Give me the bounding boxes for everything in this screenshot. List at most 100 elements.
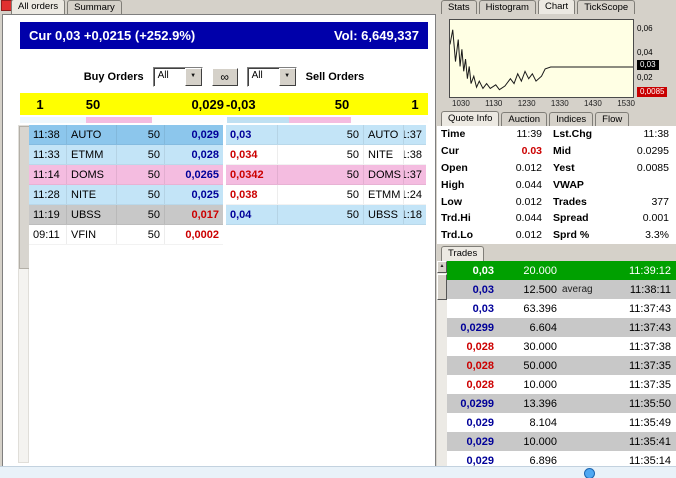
quote-row: High 0.044 VWAP xyxy=(437,176,676,193)
buy-orders-label: Buy Orders xyxy=(83,71,144,83)
sell-order-row[interactable]: 0,03450NITE11:38 xyxy=(226,145,426,165)
tab-histogram[interactable]: Histogram xyxy=(478,0,536,14)
status-dot-icon[interactable] xyxy=(584,468,595,478)
trade-time: 11:35:14 xyxy=(628,454,671,467)
trade-qty: 63.396 xyxy=(523,302,557,315)
trade-price: 0,029 xyxy=(466,416,494,429)
order-qty: 50 xyxy=(117,205,165,224)
tab-trades[interactable]: Trades xyxy=(441,246,485,261)
trade-row[interactable]: 0,03 63.396 11:37:43 xyxy=(447,299,676,318)
chart-x-label: 1030 xyxy=(452,99,470,108)
sell-order-row[interactable]: 0,03850ETMM11:24 xyxy=(226,185,426,205)
quote-row: Time 11:39 Lst.Chg 11:38 xyxy=(437,126,676,143)
trade-qty: 6.896 xyxy=(529,454,557,467)
tab-tickscope[interactable]: TickScope xyxy=(577,0,636,14)
trade-price: 0,03 xyxy=(472,302,494,315)
order-time: 11:18 xyxy=(404,208,422,221)
buy-order-row[interactable]: 11:38 AUTO 50 0,029 xyxy=(29,125,223,145)
buy-order-row[interactable]: 11:28 NITE 50 0,025 xyxy=(29,185,223,205)
trade-price: 0,028 xyxy=(466,378,494,391)
orderbook-scrollbar[interactable] xyxy=(18,125,30,463)
order-qty: 50 xyxy=(117,225,165,244)
trade-row[interactable]: 0,029 8.104 11:35:49 xyxy=(447,413,676,432)
tab-all-orders[interactable]: All orders xyxy=(11,0,66,14)
chevron-down-icon[interactable]: ▼ xyxy=(184,68,202,86)
best-ask-orders: 1 xyxy=(411,96,419,112)
trade-row[interactable]: 0,029 10.000 11:35:41 xyxy=(447,432,676,451)
trade-row[interactable]: 0,028 50.000 11:37:35 xyxy=(447,356,676,375)
trading-app-window: All orders Summary Cur 0,03 +0,0215 (+252… xyxy=(0,0,676,478)
order-price: 0,028 xyxy=(191,148,219,161)
trade-price: 0,03 xyxy=(472,264,494,277)
buy-order-row[interactable]: 11:33 ETMM 50 0,028 xyxy=(29,145,223,165)
chart-y-label: 0,0085 xyxy=(637,86,668,97)
buy-order-row[interactable]: 11:19 UBSS 50 0,017 xyxy=(29,205,223,225)
quote-value: 0.044 xyxy=(515,178,542,191)
order-member: DOMS xyxy=(364,165,404,184)
trade-row[interactable]: 0,028 10.000 11:37:35 xyxy=(447,375,676,394)
tab-summary[interactable]: Summary xyxy=(67,0,122,14)
order-price: 0,029 xyxy=(191,128,219,141)
quote-value: 0.001 xyxy=(642,212,669,225)
trade-price: 0,028 xyxy=(466,340,494,353)
trade-qty: 10.000 xyxy=(523,435,557,448)
order-price: 0,0342 xyxy=(226,165,278,184)
scroll-up-icon[interactable]: ▲ xyxy=(437,261,447,273)
link-filters-button[interactable]: ∞ xyxy=(211,68,238,86)
chart-x-label: 1530 xyxy=(617,99,635,108)
order-qty: 50 xyxy=(117,145,165,164)
tab-indices[interactable]: Indices xyxy=(549,112,594,126)
trades-tab-bar: Trades xyxy=(441,246,485,261)
sell-order-row[interactable]: 0,034250DOMS11:37 xyxy=(226,165,426,185)
trades-table: 0,03 20.000 11:39:12 0,03 12.500 averag 11:38:… xyxy=(447,261,676,478)
trade-row[interactable]: 0,0299 13.396 11:35:50 xyxy=(447,394,676,413)
sell-filter-select[interactable]: All ▼ xyxy=(246,67,297,87)
quote-row: Open 0.012 Yest 0.0085 xyxy=(437,160,676,177)
bottom-scrollbar[interactable] xyxy=(0,466,676,478)
trade-row[interactable]: 0,03 20.000 11:39:12 xyxy=(447,261,676,280)
chart-panel: 0,06 0,04 0,03 0,02 0,0085 1030 1130 1230 1330 1… xyxy=(439,14,676,111)
quote-header-bar: Cur 0,03 +0,0215 (+252.9%) Vol: 6,649,33… xyxy=(20,22,428,49)
tab-quote-info[interactable]: Quote Info xyxy=(441,111,500,126)
sell-order-row[interactable]: 0,0450UBSS11:18 xyxy=(226,205,426,225)
trade-time: 11:37:35 xyxy=(628,378,671,391)
chevron-down-icon[interactable]: ▼ xyxy=(278,68,296,86)
order-time: 11:14 xyxy=(29,165,67,184)
quote-row: Low 0.012 Trades 377 xyxy=(437,193,676,210)
trade-qty: 10.000 xyxy=(523,378,557,391)
chart-x-label: 1230 xyxy=(517,99,536,108)
quote-info-tabs: Quote Info Auction Indices Flow xyxy=(441,111,630,126)
buy-filter-select[interactable]: All ▼ xyxy=(152,67,203,87)
price-line-chart xyxy=(450,20,633,97)
tab-stats[interactable]: Stats xyxy=(441,0,477,14)
trade-time: 11:37:35 xyxy=(628,359,671,372)
order-member: UBSS xyxy=(67,205,117,224)
quote-row: Trd.Lo 0.012 Sprd % 3.3% xyxy=(437,227,676,244)
trade-note: averag xyxy=(562,284,593,295)
quote-value: 0.03 xyxy=(521,145,542,158)
sell-order-row[interactable]: 0,0350AUTO11:37 xyxy=(226,125,426,145)
trade-row[interactable]: 0,028 30.000 11:37:38 xyxy=(447,337,676,356)
order-time: 11:38 xyxy=(29,125,67,144)
best-bid-ask-row: 1 50 0,029 -0,03 50 1 xyxy=(20,93,428,115)
order-time: 11:37 xyxy=(404,168,422,181)
buy-order-row[interactable]: 09:11 VFIN 50 0,0002 xyxy=(29,225,223,245)
best-ask-price: -0,03 xyxy=(226,96,256,112)
chart-x-label: 1330 xyxy=(550,99,569,108)
quote-label: High xyxy=(441,178,465,191)
quote-row: Cur 0.03 Mid 0.0295 xyxy=(437,143,676,160)
order-price: 0,017 xyxy=(191,208,219,221)
order-time: 11:37 xyxy=(404,128,422,141)
order-time: 09:11 xyxy=(29,225,67,244)
quote-value: 0.0295 xyxy=(636,145,669,158)
order-price: 0,025 xyxy=(191,188,219,201)
tab-flow[interactable]: Flow xyxy=(595,112,630,126)
tab-chart[interactable]: Chart xyxy=(537,0,576,14)
quote-label: Open xyxy=(441,161,468,174)
buy-order-row[interactable]: 11:14 DOMS 50 0,0265 xyxy=(29,165,223,185)
trade-row[interactable]: 0,0299 6.604 11:37:43 xyxy=(447,318,676,337)
trade-price: 0,0299 xyxy=(460,397,494,410)
scrollbar-thumb[interactable] xyxy=(437,274,447,300)
trade-row[interactable]: 0,03 12.500 averag 11:38:11 xyxy=(447,280,676,299)
tab-auction[interactable]: Auction xyxy=(501,112,548,126)
